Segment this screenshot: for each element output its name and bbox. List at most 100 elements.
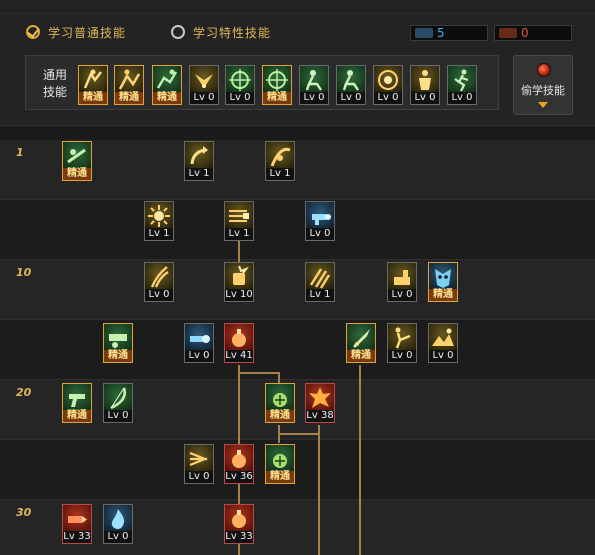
common-skill-6[interactable]: 精通	[262, 65, 292, 105]
radio-empty-icon	[171, 25, 185, 39]
common-skill-1[interactable]: 精通	[78, 65, 108, 105]
common-skill-5[interactable]: Lv 0	[225, 65, 255, 105]
common-skill-10[interactable]: Lv 0	[410, 65, 440, 105]
tree-skill-r1-c[interactable]: Lv 1	[265, 141, 295, 181]
connector-line	[238, 240, 240, 262]
tp-points-value: 0	[521, 26, 529, 40]
tree-skill-r4-f[interactable]: Lv 0	[428, 323, 458, 363]
tree-skill-r6-b[interactable]: Lv 36	[224, 444, 254, 484]
common-skills-label: 通用 技能	[40, 67, 70, 101]
skill-caption: 精通	[78, 92, 108, 105]
common-skills-panel: 通用 技能 精通 精通 精通 Lv 0 Lv 0 精通 Lv 0 Lv 0 Lv 0 Lv 0 Lv…	[25, 55, 499, 110]
tree-skill-r3-e[interactable]: 精通	[428, 262, 458, 302]
skill-caption: Lv 0	[144, 289, 174, 302]
skill-caption: Lv 0	[428, 350, 458, 363]
tab-normal-skills[interactable]: 学习普通技能	[26, 23, 126, 41]
tree-skill-r5-d[interactable]: Lv 38	[305, 383, 335, 423]
tree-skill-r2-b[interactable]: Lv 1	[224, 201, 254, 241]
tree-skill-r4-a[interactable]: 精通	[103, 323, 133, 363]
slash-figure-icon	[265, 141, 295, 169]
tree-skill-r3-d[interactable]: Lv 0	[387, 262, 417, 302]
tree-skill-r5-a[interactable]: 精通	[62, 383, 92, 423]
level-label-10: 10	[16, 266, 32, 279]
skill-caption: Lv 0	[387, 289, 417, 302]
skill-caption: Lv 1	[265, 168, 295, 181]
tree-skill-r1-a[interactable]: 精通	[62, 141, 92, 181]
rapid-shot-icon	[224, 201, 254, 229]
tree-skill-r3-c[interactable]: Lv 1	[305, 262, 335, 302]
tree-skill-r4-b[interactable]: Lv 0	[184, 323, 214, 363]
tree-skill-r7-b[interactable]: Lv 0	[103, 504, 133, 544]
tree-skill-r2-a[interactable]: Lv 1	[144, 201, 174, 241]
kick-figure-icon	[387, 323, 417, 351]
tab-special-skills[interactable]: 学习特性技能	[171, 23, 271, 41]
skill-caption: Lv 36	[224, 471, 254, 484]
pistol-icon	[62, 383, 92, 411]
skill-caption: Lv 41	[224, 350, 254, 363]
steal-skill-label: 偷学技能	[521, 84, 565, 97]
tp-points-display: 0	[494, 25, 572, 41]
warrior-figure-icon	[410, 65, 440, 93]
crosshair-orb-icon	[262, 65, 292, 93]
tree-skill-r4-d[interactable]: 精通	[346, 323, 376, 363]
sp-icon	[415, 28, 433, 38]
common-skill-2[interactable]: 精通	[114, 65, 144, 105]
connector-line	[359, 365, 361, 555]
tree-skill-r3-b[interactable]: Lv 10	[224, 262, 254, 302]
triple-slash-icon	[305, 262, 335, 290]
common-skill-8[interactable]: Lv 0	[336, 65, 366, 105]
bow-icon	[103, 383, 133, 411]
tree-skill-r6-c[interactable]: 精通	[265, 444, 295, 484]
skill-caption: Lv 0	[103, 531, 133, 544]
common-label-line1: 通用	[42, 68, 67, 82]
skill-caption: Lv 38	[305, 410, 335, 423]
common-skill-4[interactable]: Lv 0	[189, 65, 219, 105]
bullet-icon	[62, 504, 92, 532]
skill-caption: Lv 0	[336, 92, 366, 105]
tree-skill-r2-c[interactable]: Lv 0	[305, 201, 335, 241]
skill-caption: Lv 33	[62, 531, 92, 544]
red-orb-icon	[537, 63, 551, 77]
common-label-line2: 技能	[42, 85, 67, 99]
skill-caption: 精通	[114, 92, 144, 105]
common-skill-11[interactable]: Lv 0	[447, 65, 477, 105]
tab-special-label: 学习特性技能	[193, 25, 272, 40]
tree-skill-r5-b[interactable]: Lv 0	[103, 383, 133, 423]
title-strip	[0, 0, 595, 14]
skill-caption: Lv 0	[373, 92, 403, 105]
kneel-figure-icon	[299, 65, 329, 93]
checkbox-checked-icon	[26, 25, 40, 39]
wings-icon	[189, 65, 219, 93]
grenade-icon	[224, 323, 254, 351]
multi-shot-icon	[184, 444, 214, 472]
run-figure-icon	[447, 65, 477, 93]
skill-caption: 精通	[265, 410, 295, 423]
skill-caption: Lv 0	[387, 350, 417, 363]
connector-line	[238, 372, 280, 374]
tree-skill-r7-a[interactable]: Lv 33	[62, 504, 92, 544]
tree-skill-r4-c[interactable]: Lv 41	[224, 323, 254, 363]
tree-skill-r4-e[interactable]: Lv 0	[387, 323, 417, 363]
skill-caption: Lv 10	[224, 289, 254, 302]
skill-caption: 精通	[428, 289, 458, 302]
crosshair-orb-icon	[225, 65, 255, 93]
sp-points-value: 5	[437, 26, 445, 40]
tree-skill-r3-a[interactable]: Lv 0	[144, 262, 174, 302]
tree-skill-r5-c[interactable]: 精通	[265, 383, 295, 423]
connector-line	[318, 425, 320, 555]
tree-row-6	[0, 440, 595, 500]
tree-skill-r7-c[interactable]: Lv 33	[224, 504, 254, 544]
common-skill-7[interactable]: Lv 0	[299, 65, 329, 105]
steal-skill-button[interactable]: 偷学技能	[513, 55, 573, 115]
common-skill-9[interactable]: Lv 0	[373, 65, 403, 105]
burst-icon	[144, 201, 174, 229]
skill-caption: 精通	[62, 168, 92, 181]
tp-icon	[499, 28, 517, 38]
tree-skill-r1-b[interactable]: Lv 1	[184, 141, 214, 181]
skill-caption: 精通	[62, 410, 92, 423]
connector-line	[278, 433, 320, 435]
common-skill-3[interactable]: 精通	[152, 65, 182, 105]
tree-skill-r6-a[interactable]: Lv 0	[184, 444, 214, 484]
launcher-figure-icon	[103, 323, 133, 351]
skill-window: 学习普通技能 学习特性技能 5 0 通用 技能 精通 精通 精通 Lv 0 Lv 0 精通…	[0, 0, 595, 555]
